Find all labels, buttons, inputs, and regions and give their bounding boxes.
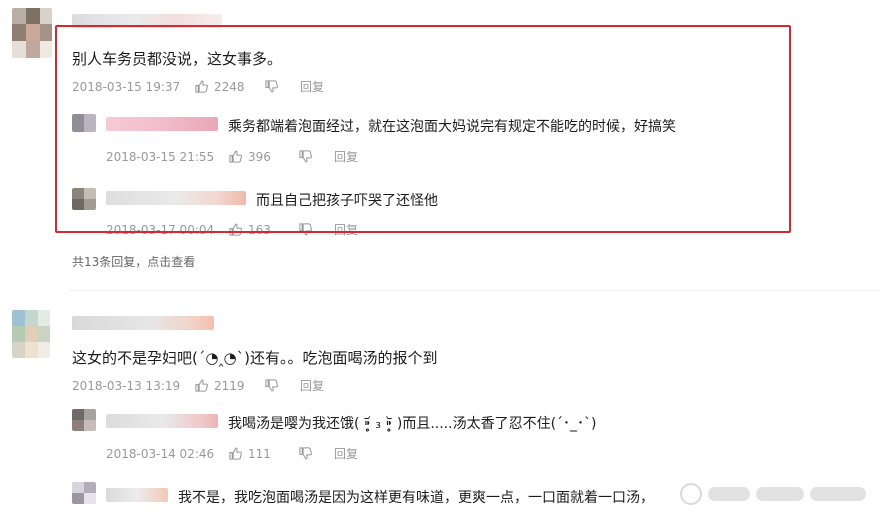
thumbs-up-icon xyxy=(229,150,242,163)
thumbs-up-icon xyxy=(229,223,242,236)
reply-button[interactable]: 回复 xyxy=(334,148,358,165)
username[interactable] xyxy=(106,414,218,428)
reply-meta: 2018-03-17 00:04 163 回复 xyxy=(106,221,358,238)
username[interactable] xyxy=(106,191,246,205)
reply-button[interactable]: 回复 xyxy=(300,377,324,394)
reply-text: 我不是，我吃泡面喝汤是因为这样更有味道，更爽一点，一口面就着一口汤， xyxy=(178,490,654,506)
like-count: 2248 xyxy=(214,79,245,94)
like-button[interactable]: 2119 xyxy=(194,378,264,393)
like-count: 111 xyxy=(248,446,271,461)
reply-meta: 2018-03-15 21:55 396 回复 xyxy=(106,148,358,165)
thumbs-down-icon xyxy=(299,150,312,163)
reply-text: 我喝汤是嘤为我还饿( ⁍̥̥̥᷄ ₃ ⁍̥̥̥᷅ )而且.....汤太香了忍不住… xyxy=(228,416,597,432)
comment-text: 别人车务员都没说，这女事多。 xyxy=(72,50,283,68)
avatar[interactable] xyxy=(72,114,96,132)
avatar[interactable] xyxy=(12,8,52,58)
like-button[interactable]: 163 xyxy=(228,222,298,237)
reply-button[interactable]: 回复 xyxy=(334,221,358,238)
dislike-button[interactable] xyxy=(298,446,334,461)
like-count: 396 xyxy=(248,149,271,164)
reply-time: 2018-03-14 02:46 xyxy=(106,446,215,461)
reply-time: 2018-03-15 21:55 xyxy=(106,149,215,164)
reply-button[interactable]: 回复 xyxy=(334,445,358,462)
comment-meta: 2018-03-13 13:19 2119 回复 xyxy=(72,377,324,394)
username[interactable] xyxy=(106,488,168,502)
like-count: 2119 xyxy=(214,378,245,393)
comment-time: 2018-03-15 19:37 xyxy=(72,79,181,94)
like-button[interactable]: 396 xyxy=(228,149,298,164)
thumbs-down-icon xyxy=(299,223,312,236)
reply-meta: 2018-03-14 02:46 111 回复 xyxy=(106,445,358,462)
thumbs-up-icon xyxy=(195,80,208,93)
avatar[interactable] xyxy=(72,188,96,210)
thumbs-down-icon xyxy=(265,379,278,392)
like-button[interactable]: 2248 xyxy=(194,79,264,94)
username[interactable] xyxy=(72,14,222,28)
thumbs-up-icon xyxy=(195,379,208,392)
thumbs-down-icon xyxy=(265,80,278,93)
dislike-button[interactable] xyxy=(264,378,300,393)
dislike-button[interactable] xyxy=(298,149,334,164)
avatar[interactable] xyxy=(72,409,96,431)
reply-text: 而且自己把孩子吓哭了还怪他 xyxy=(256,193,438,209)
watermark-logo-icon xyxy=(680,483,702,505)
reply-time: 2018-03-17 00:04 xyxy=(106,222,215,237)
dislike-button[interactable] xyxy=(264,79,300,94)
comment-time: 2018-03-13 13:19 xyxy=(72,378,181,393)
avatar[interactable] xyxy=(12,310,50,358)
like-count: 163 xyxy=(248,222,271,237)
comment-text: 这女的不是孕妇吧(´◔‸◔`)还有。。吃泡面喝汤的报个到 xyxy=(72,349,438,367)
thumbs-down-icon xyxy=(299,447,312,460)
username[interactable] xyxy=(72,316,214,330)
view-more-replies-link[interactable]: 共13条回复，点击查看 xyxy=(72,253,195,270)
watermark xyxy=(680,483,870,505)
avatar[interactable] xyxy=(72,482,96,504)
reply-text: 乘务都端着泡面经过，就在这泡面大妈说完有规定不能吃的时候，好搞笑 xyxy=(228,119,676,135)
username[interactable] xyxy=(106,117,218,131)
reply-button[interactable]: 回复 xyxy=(300,78,324,95)
comment-meta: 2018-03-15 19:37 2248 回复 xyxy=(72,78,324,95)
like-button[interactable]: 111 xyxy=(228,446,298,461)
thumbs-up-icon xyxy=(229,447,242,460)
divider xyxy=(70,290,880,291)
dislike-button[interactable] xyxy=(298,222,334,237)
